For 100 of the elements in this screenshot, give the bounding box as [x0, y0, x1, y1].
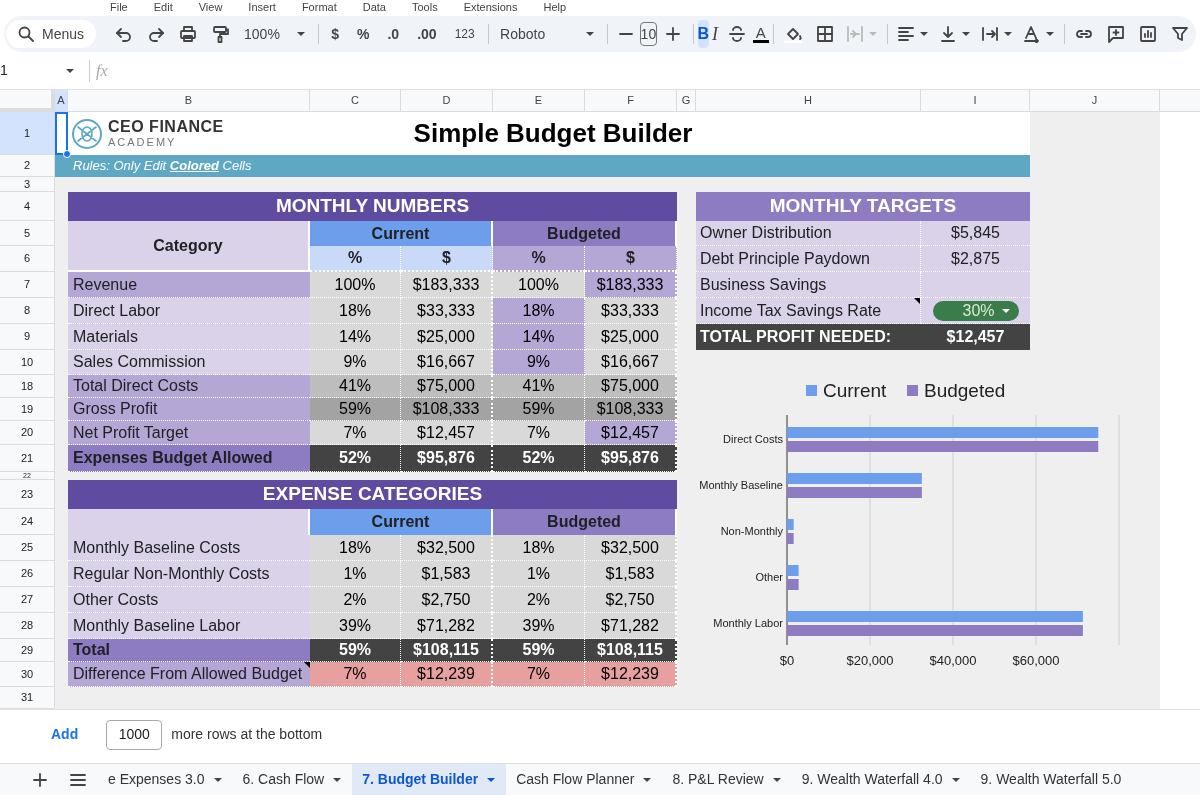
table-cell: $71,282 — [401, 613, 493, 639]
menu-item[interactable]: Tools — [411, 1, 438, 13]
row-header[interactable]: 20 — [0, 421, 55, 445]
row-header[interactable]: 27 — [0, 587, 55, 613]
table-cell: 52% — [493, 445, 585, 472]
table-cell: $25,000 — [401, 324, 493, 350]
column-header[interactable]: J — [1030, 90, 1160, 112]
column-header[interactable]: D — [401, 90, 493, 112]
table-title: MONTHLY NUMBERS — [68, 192, 677, 221]
table-cell: $108,115 — [585, 639, 677, 662]
row-header[interactable]: 4 — [0, 192, 55, 221]
legend-label: Current — [823, 380, 887, 401]
menu-item[interactable]: Data — [362, 1, 386, 13]
add-rows-text: more rows at the bottom — [171, 725, 323, 744]
column-header[interactable]: C — [310, 90, 401, 112]
legend-swatch — [907, 385, 918, 396]
row-header[interactable]: 28 — [0, 613, 55, 639]
row-header[interactable]: 24 — [0, 509, 55, 535]
row-header[interactable]: 26 — [0, 561, 55, 587]
target-label: Owner Distribution — [700, 223, 832, 243]
row-header[interactable]: 5 — [0, 221, 55, 246]
row-header[interactable]: 9 — [0, 324, 55, 350]
column-header[interactable]: F — [585, 90, 677, 112]
text-color-button[interactable]: A — [752, 20, 769, 48]
font-size-field[interactable]: 10 — [639, 22, 658, 46]
menu-item[interactable]: Format — [301, 1, 337, 13]
table-cell: $16,667 — [401, 350, 493, 375]
row-header[interactable]: 21 — [0, 445, 55, 472]
menu-item[interactable]: Extensions — [463, 1, 518, 13]
menu-item[interactable]: File — [110, 1, 128, 13]
sheet-tab[interactable]: e Expenses 3.0 — [98, 764, 233, 795]
row-header[interactable]: 19 — [0, 398, 55, 421]
row-header[interactable]: 3 — [0, 177, 55, 192]
menu-item[interactable]: Help — [543, 1, 567, 13]
sheet-tab[interactable]: 8. P&L Review — [662, 764, 792, 795]
table-cell: 52% — [310, 445, 401, 472]
sheet-tab[interactable]: 9. Wealth Waterfall 4.0 — [791, 764, 971, 795]
font-dropdown[interactable]: Roboto — [492, 20, 604, 48]
increase-decimals-button[interactable]: .00 — [408, 20, 446, 48]
caret-icon — [65, 67, 75, 74]
menu-item[interactable]: Edit — [153, 1, 173, 13]
search-menus-field[interactable]: Menus — [6, 20, 97, 48]
currency-button[interactable]: $ — [322, 20, 349, 48]
row-header[interactable]: 31 — [0, 687, 55, 709]
sheet-tab[interactable]: 9. Wealth Waterfall 5.0 — [970, 764, 1132, 795]
fill-color-icon — [784, 25, 803, 43]
row-header[interactable]: 8 — [0, 298, 55, 324]
category-label: Monthly Baseline Labor — [73, 615, 241, 636]
row-header[interactable]: 6 — [0, 246, 55, 272]
caret-icon — [918, 31, 929, 37]
table-cell: 18% — [493, 298, 585, 324]
column-header[interactable]: A — [55, 90, 68, 112]
number-format-button[interactable]: 123 — [445, 20, 484, 48]
row-header[interactable]: 10 — [0, 350, 55, 375]
row-header[interactable]: 2 — [0, 155, 55, 177]
rules-text: Rules: Only Edit Colored Cells — [73, 157, 252, 176]
row-header[interactable]: 18 — [0, 375, 55, 398]
row-header[interactable]: 1 — [0, 112, 55, 155]
menu-item[interactable]: View — [198, 1, 223, 13]
decrease-decimals-button[interactable]: .0 — [378, 20, 409, 48]
axis-label: Direct Costs — [722, 432, 783, 447]
row-header[interactable]: 23 — [0, 480, 55, 509]
category-label: Direct Labor — [73, 300, 161, 321]
caret-icon — [1044, 31, 1055, 37]
cell-selection[interactable] — [55, 112, 68, 155]
axis-label: Monthly Baseline — [699, 478, 783, 493]
row-header[interactable]: 29 — [0, 639, 55, 662]
table-cell: 2% — [493, 587, 585, 613]
fill-handle[interactable] — [63, 150, 71, 158]
merge-icon — [846, 25, 865, 43]
dropdown-chip[interactable]: 30% — [932, 300, 1019, 321]
bold-button[interactable]: B — [697, 20, 710, 48]
percent-button[interactable]: % — [348, 20, 379, 48]
row-header[interactable]: 7 — [0, 272, 55, 298]
row-header[interactable]: 25 — [0, 535, 55, 561]
column-header[interactable]: H — [696, 90, 921, 112]
caret-icon — [1000, 307, 1011, 314]
sheet-tab[interactable]: 6. Cash Flow — [232, 764, 353, 795]
table-cell: $32,500 — [401, 535, 493, 561]
table-cell: 7% — [310, 662, 401, 687]
column-header[interactable]: I — [921, 90, 1030, 112]
table-cell: TOTAL PROFIT NEEDED: — [696, 324, 921, 350]
column-heading: Current — [310, 221, 493, 246]
name-box[interactable]: 1 — [0, 59, 90, 82]
column-header[interactable]: E — [493, 90, 585, 112]
table-cell: 7% — [493, 421, 585, 445]
row-count-field[interactable]: 1000 — [106, 719, 163, 750]
table-cell: 14% — [310, 324, 401, 350]
add-rows-link[interactable]: Add — [51, 724, 79, 745]
column-header[interactable]: G — [677, 90, 696, 112]
menu-item[interactable]: Insert — [248, 1, 276, 13]
zoom-dropdown[interactable]: 100% — [236, 20, 314, 48]
column-header[interactable]: B — [68, 90, 310, 112]
comment-icon — [1107, 25, 1125, 43]
row-header[interactable]: 30 — [0, 662, 55, 687]
italic-button[interactable]: I — [709, 20, 721, 48]
category-label: Net Profit Target — [73, 422, 189, 443]
sheet-tab[interactable]: 7. Budget Builder — [352, 764, 507, 795]
function-label: fx — [96, 60, 108, 82]
sheet-tab[interactable]: Cash Flow Planner — [506, 764, 663, 795]
